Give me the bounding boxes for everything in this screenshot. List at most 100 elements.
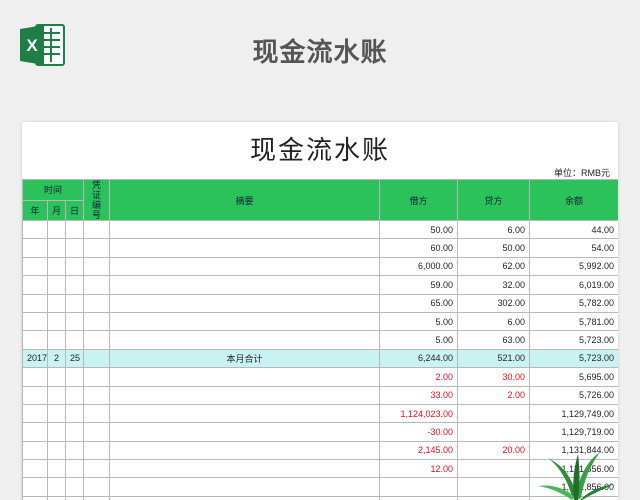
cell-balance: 5,695.00 bbox=[529, 367, 618, 387]
table-header: 时间 凭证编号 摘要 借方 贷方 余额 年 月 日 bbox=[22, 179, 618, 221]
col-debit: 借方 bbox=[379, 179, 459, 221]
cell-month bbox=[47, 238, 66, 258]
cell-credit: 2.00 bbox=[457, 385, 531, 405]
cell-voucher bbox=[83, 219, 111, 240]
cell-month bbox=[47, 385, 66, 405]
page-title: 现金流水账 bbox=[252, 38, 388, 68]
plant-decoration bbox=[538, 452, 614, 500]
cell-voucher bbox=[83, 477, 111, 497]
col-day: 日 bbox=[64, 199, 85, 221]
cell-credit: 302.00 bbox=[457, 293, 531, 313]
cell-day bbox=[64, 495, 85, 500]
cell-summary bbox=[109, 275, 381, 295]
cell-year bbox=[22, 385, 48, 405]
cell-day bbox=[64, 219, 85, 240]
cell-summary bbox=[109, 367, 381, 387]
cell-debit: 2,145.00 bbox=[379, 440, 459, 461]
cell-month bbox=[47, 293, 66, 313]
cell-debit: -30.00 bbox=[379, 422, 459, 442]
cell-year bbox=[22, 367, 48, 387]
cell-credit bbox=[457, 459, 531, 479]
col-year: 年 bbox=[22, 199, 48, 221]
cell-debit: 60.00 bbox=[379, 238, 459, 258]
cell-voucher bbox=[83, 385, 111, 405]
cell-month bbox=[47, 495, 66, 500]
table-row: 33.00 2.00 5,726.00 bbox=[22, 385, 618, 405]
cell-voucher bbox=[83, 440, 111, 461]
cell-debit: 12.00 bbox=[379, 459, 459, 479]
cell-debit: 6,000.00 bbox=[379, 256, 459, 277]
cell-year bbox=[22, 330, 48, 350]
cell-year bbox=[22, 238, 48, 258]
cell-year bbox=[22, 275, 48, 295]
cell-summary bbox=[109, 403, 381, 424]
cell-balance: 5,781.00 bbox=[529, 311, 618, 332]
cell-year bbox=[22, 403, 48, 424]
cell-day: 25 bbox=[64, 348, 85, 369]
table-row: -30.00 1,129,719.00 bbox=[22, 422, 618, 442]
cell-voucher bbox=[83, 403, 111, 424]
cell-summary bbox=[109, 422, 381, 442]
cell-day bbox=[64, 256, 85, 277]
cell-credit: 20.00 bbox=[457, 440, 531, 461]
cell-year bbox=[22, 440, 48, 461]
cell-balance: 5,782.00 bbox=[529, 293, 618, 313]
cell-day bbox=[64, 238, 85, 258]
cell-month bbox=[47, 330, 66, 350]
cell-credit bbox=[457, 495, 531, 500]
cell-debit bbox=[379, 477, 459, 497]
col-time: 时间 bbox=[22, 179, 85, 201]
cell-voucher bbox=[83, 459, 111, 479]
cell-day bbox=[64, 311, 85, 332]
cell-day bbox=[64, 440, 85, 461]
cell-balance: 5,723.00 bbox=[529, 348, 618, 369]
cell-credit: 30.00 bbox=[457, 367, 531, 387]
cell-summary bbox=[109, 477, 381, 497]
cell-year bbox=[22, 219, 48, 240]
cell-day bbox=[64, 293, 85, 313]
cell-day bbox=[64, 403, 85, 424]
unit-label: 单位：RMB元 bbox=[554, 168, 610, 178]
cell-balance: 5,723.00 bbox=[529, 330, 618, 350]
cell-voucher bbox=[83, 275, 111, 295]
table-row: 60.00 50.00 54.00 bbox=[22, 238, 618, 258]
table-row: 59.00 32.00 6,019.00 bbox=[22, 275, 618, 295]
cell-debit: 59.00 bbox=[379, 275, 459, 295]
cell-debit: 2.00 bbox=[379, 367, 459, 387]
cell-voucher bbox=[83, 293, 111, 313]
table-row: 2.00 30.00 5,695.00 bbox=[22, 367, 618, 387]
cell-month bbox=[47, 275, 66, 295]
cell-credit bbox=[457, 422, 531, 442]
cell-summary bbox=[109, 293, 381, 313]
cell-credit: 521.00 bbox=[457, 348, 531, 369]
cell-summary bbox=[109, 440, 381, 461]
cell-month bbox=[47, 311, 66, 332]
cell-credit: 6.00 bbox=[457, 311, 531, 332]
cell-summary bbox=[109, 330, 381, 350]
col-credit: 贷方 bbox=[457, 179, 531, 221]
cell-debit: 5.00 bbox=[379, 330, 459, 350]
cell-credit bbox=[457, 477, 531, 497]
cell-credit bbox=[457, 403, 531, 424]
cell-voucher bbox=[83, 367, 111, 387]
cell-month bbox=[47, 403, 66, 424]
spreadsheet: 现金流水账 单位：RMB元 时间 凭证编号 摘要 借方 贷方 余额 年 月 日 … bbox=[22, 122, 618, 500]
cell-balance: 54.00 bbox=[529, 238, 618, 258]
cell-summary bbox=[109, 385, 381, 405]
table-row: 6,000.00 62.00 5,992.00 bbox=[22, 256, 618, 277]
cell-day bbox=[64, 422, 85, 442]
cell-month bbox=[47, 477, 66, 497]
total-row: 2017 2 25 本月合计 6,244.00 521.00 5,723.00 bbox=[22, 348, 618, 369]
cell-day bbox=[64, 330, 85, 350]
col-month: 月 bbox=[47, 199, 66, 221]
sheet-title: 现金流水账 bbox=[249, 136, 390, 166]
cell-balance: 1,129,749.00 bbox=[529, 403, 618, 424]
cell-summary bbox=[109, 256, 381, 277]
cell-year bbox=[22, 459, 48, 479]
cell-credit: 32.00 bbox=[457, 275, 531, 295]
cell-year bbox=[22, 311, 48, 332]
cell-balance: 44.00 bbox=[529, 219, 618, 240]
col-voucher: 凭证编号 bbox=[83, 179, 111, 221]
cell-debit: 1,124,023.00 bbox=[379, 403, 459, 424]
cell-summary bbox=[109, 219, 381, 240]
